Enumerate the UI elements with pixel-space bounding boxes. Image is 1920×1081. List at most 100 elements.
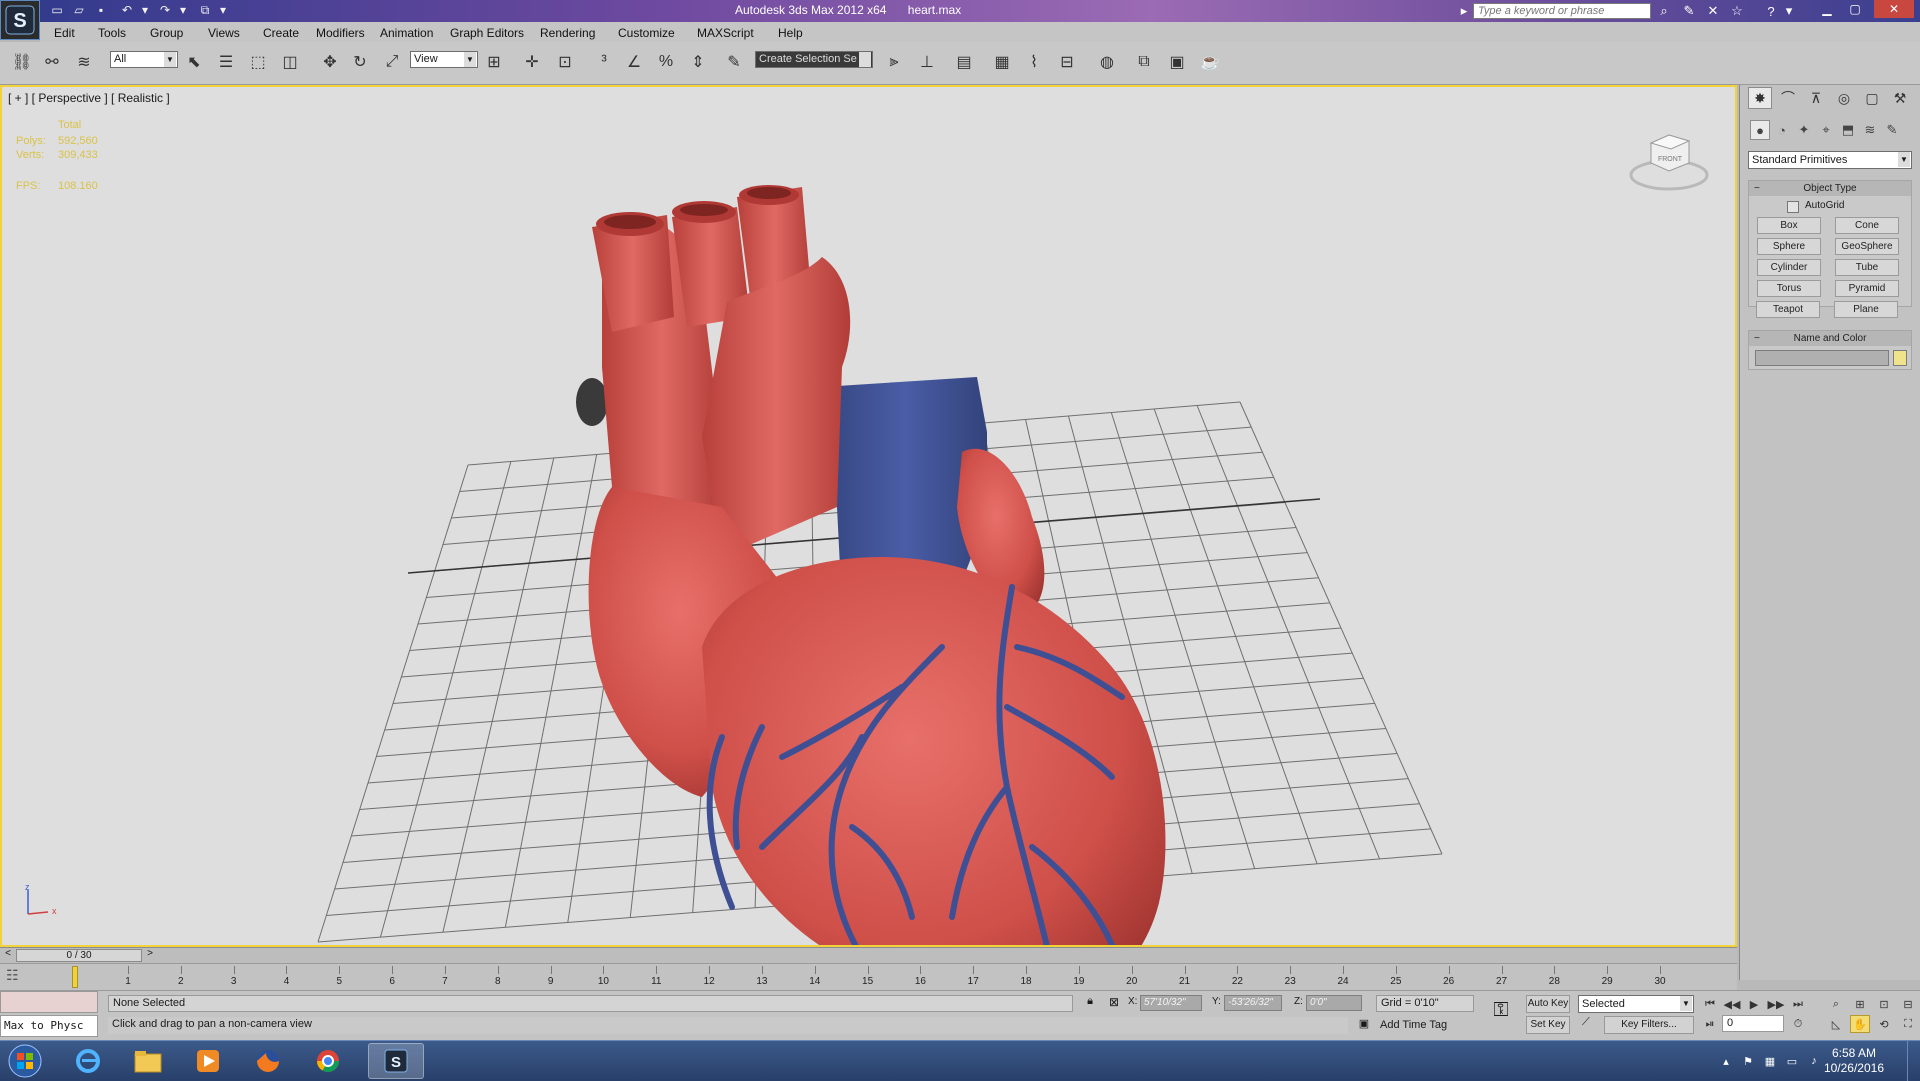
pan-view-icon[interactable]: ✋ (1850, 1015, 1870, 1033)
media-player-icon[interactable] (180, 1043, 236, 1079)
menu-views[interactable]: Views (208, 26, 240, 40)
helpers-icon[interactable]: ⬒ (1838, 120, 1858, 140)
motion-tab-icon[interactable]: ◎ (1832, 87, 1856, 109)
geosphere-button[interactable]: GeoSphere (1835, 238, 1899, 255)
menu-graph-editors[interactable]: Graph Editors (450, 26, 524, 40)
window-crossing-icon[interactable]: ◫ (278, 50, 302, 74)
hierarchy-tab-icon[interactable]: ⊼ (1804, 87, 1828, 109)
primitive-category-dropdown[interactable]: Standard Primitives ▼ (1748, 151, 1912, 169)
select-and-manipulate-icon[interactable]: ✛ (520, 50, 544, 74)
space-warps-icon[interactable]: ≋ (1860, 120, 1880, 140)
current-frame-field[interactable]: 0 (1722, 1015, 1784, 1032)
rendered-frame-window-icon[interactable]: ▣ (1165, 50, 1189, 74)
key-mode-toggle-icon[interactable]: ⏯ (1700, 1015, 1720, 1033)
mirror-icon[interactable]: ⫸ (882, 50, 906, 74)
selection-filter-dropdown[interactable]: All ▼ (110, 51, 178, 68)
select-and-scale-icon[interactable]: ⤢ (380, 50, 404, 74)
undo-icon[interactable]: ↶ (118, 2, 136, 18)
zoom-extents-icon[interactable]: ⊡ (1874, 995, 1894, 1013)
bind-to-space-warp-icon[interactable]: ≋ (72, 50, 96, 74)
layer-manager-icon[interactable]: ▤ (952, 50, 976, 74)
redo-dropdown-icon[interactable]: ▾ (174, 2, 192, 18)
select-by-name-icon[interactable]: ☰ (214, 50, 238, 74)
play-icon[interactable]: ▶ (1744, 995, 1764, 1013)
auto-key-button[interactable]: Auto Key (1526, 995, 1570, 1013)
zoom-icon[interactable]: ⌕ (1826, 995, 1846, 1013)
help-icon[interactable]: ? (1762, 2, 1780, 20)
key-filters-button[interactable]: Key Filters... (1604, 1016, 1694, 1034)
search-expand-icon[interactable]: ▸ (1455, 2, 1473, 20)
plane-button[interactable]: Plane (1834, 301, 1898, 318)
unlink-selection-icon[interactable]: ⚯ (40, 50, 64, 74)
current-frame-marker[interactable] (72, 966, 78, 988)
geometry-icon[interactable]: ● (1750, 120, 1770, 140)
maxscript-mini-listener-top[interactable] (0, 991, 98, 1013)
pyramid-button[interactable]: Pyramid (1835, 280, 1899, 297)
viewcube[interactable]: FRONT (1625, 117, 1715, 197)
favorites-star-icon[interactable]: ☆ (1728, 2, 1746, 20)
internet-explorer-icon[interactable] (60, 1043, 116, 1079)
torus-button[interactable]: Torus (1757, 280, 1821, 297)
percent-snap-icon[interactable]: % (654, 50, 678, 74)
minimize-icon[interactable]: ▁ (1814, 0, 1840, 18)
angle-snap-icon[interactable]: ∠ (622, 50, 646, 74)
key-mode-dropdown[interactable]: Selected ▼ (1578, 995, 1694, 1013)
named-selection-dropdown[interactable]: Create Selection Se ▼ (755, 51, 873, 68)
absolute-mode-icon[interactable]: ⊠ (1106, 995, 1122, 1011)
file-explorer-icon[interactable] (120, 1043, 176, 1079)
perspective-viewport[interactable]: [ + ] [ Perspective ] [ Realistic ] Tota… (0, 85, 1737, 947)
app-menu-button[interactable]: S (0, 0, 40, 40)
spinner-snap-icon[interactable]: ⇕ (686, 50, 710, 74)
render-production-icon[interactable]: ☕ (1198, 50, 1222, 74)
firefox-icon[interactable] (240, 1043, 296, 1079)
rectangular-selection-icon[interactable]: ⬚ (246, 50, 270, 74)
object-type-rollout-header[interactable]: − Object Type (1749, 181, 1911, 196)
lights-icon[interactable]: ✦ (1794, 120, 1814, 140)
shapes-icon[interactable]: ◔ (1772, 120, 1792, 140)
align-icon[interactable]: ⊥ (915, 50, 939, 74)
select-and-rotate-icon[interactable]: ↻ (348, 50, 372, 74)
select-and-link-icon[interactable]: ⛓ (10, 50, 34, 74)
add-time-tag-button[interactable]: Add Time Tag (1380, 1019, 1447, 1031)
set-key-button[interactable]: Set Key (1526, 1016, 1570, 1034)
menu-help[interactable]: Help (778, 26, 803, 40)
default-in-out-tangent-icon[interactable]: ⟋ (1582, 1016, 1598, 1034)
utilities-tab-icon[interactable]: ⚒ (1888, 87, 1912, 109)
set-key-icon[interactable]: ⚿ (1485, 999, 1517, 1027)
show-desktop-button[interactable] (1907, 1041, 1920, 1081)
edit-named-selection-icon[interactable]: ✎ (722, 50, 746, 74)
time-tag-icon[interactable]: ▣ (1356, 1017, 1372, 1033)
selection-lock-icon[interactable]: 🔒︎ (1082, 995, 1098, 1011)
flag-icon[interactable]: ⚑ (1740, 1054, 1756, 1068)
teapot-button[interactable]: Teapot (1756, 301, 1820, 318)
cameras-icon[interactable]: ⌖ (1816, 120, 1836, 140)
box-button[interactable]: Box (1757, 217, 1821, 234)
mini-curve-editor-icon[interactable]: ☷ (6, 967, 36, 987)
cone-button[interactable]: Cone (1835, 217, 1899, 234)
heart-model[interactable] (576, 185, 1166, 945)
binoculars-search-icon[interactable]: ⌕ (1655, 2, 1673, 20)
name-and-color-rollout-header[interactable]: − Name and Color (1749, 331, 1911, 346)
keyboard-shortcut-override-icon[interactable]: ⊡ (553, 50, 577, 74)
next-frame-icon[interactable]: ▶▶ (1766, 995, 1786, 1013)
display-tab-icon[interactable]: ▢ (1860, 87, 1884, 109)
curve-editor-icon[interactable]: ⌇ (1022, 50, 1046, 74)
menu-create[interactable]: Create (263, 26, 299, 40)
sphere-button[interactable]: Sphere (1757, 238, 1821, 255)
previous-frame-icon[interactable]: ◀◀ (1722, 995, 1742, 1013)
select-and-move-icon[interactable]: ✥ (318, 50, 342, 74)
start-button[interactable] (0, 1043, 50, 1079)
menu-tools[interactable]: Tools (98, 26, 126, 40)
maxscript-mini-listener[interactable]: Max to Physc (0, 1015, 98, 1037)
zoom-all-icon[interactable]: ⊞ (1850, 995, 1870, 1013)
time-configuration-icon[interactable]: ⏱ (1788, 1015, 1808, 1033)
menu-maxscript[interactable]: MAXScript (697, 26, 754, 40)
go-to-end-icon[interactable]: ⏭ (1788, 995, 1808, 1013)
material-editor-icon[interactable]: ◍ (1095, 50, 1119, 74)
maximize-icon[interactable]: ▢ (1842, 0, 1868, 18)
menu-modifiers[interactable]: Modifiers (316, 26, 365, 40)
new-file-icon[interactable]: ▭ (48, 2, 66, 18)
communication-center-icon[interactable]: ✕ (1704, 2, 1722, 20)
field-of-view-icon[interactable]: ◺ (1826, 1015, 1846, 1033)
graphite-ribbon-icon[interactable]: ▦ (990, 50, 1014, 74)
